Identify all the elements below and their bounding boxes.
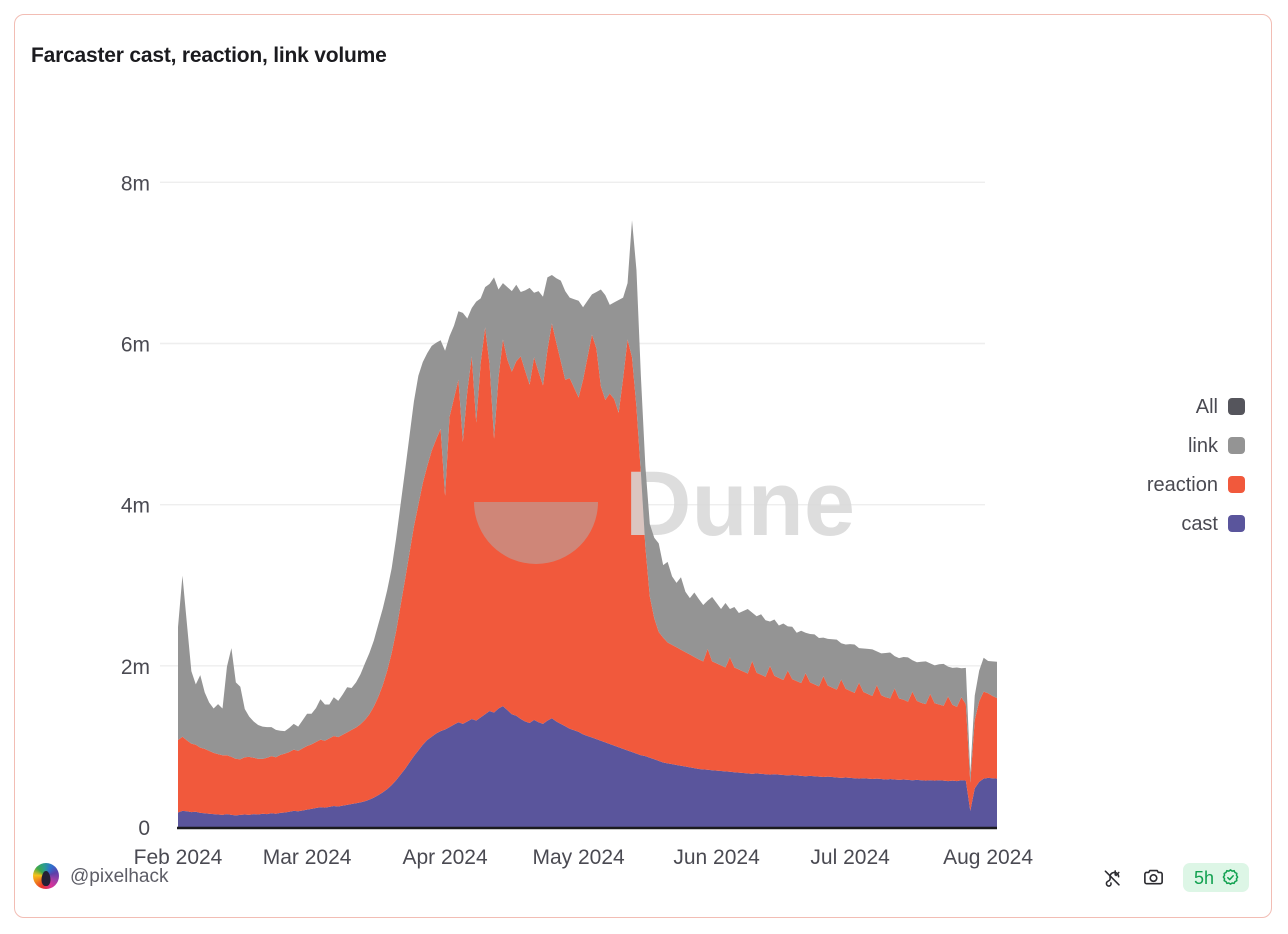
verified-badge-icon (1221, 868, 1240, 887)
y-axis-tick-label: 0 (138, 817, 150, 840)
rainbow-avatar-icon (33, 863, 59, 889)
legend-item-cast[interactable]: cast (1075, 504, 1245, 543)
y-axis-tick-label: 6m (121, 334, 150, 357)
legend-swatch (1228, 515, 1245, 532)
y-axis-tick-label: 2m (121, 656, 150, 679)
legend-item-link[interactable]: link (1075, 426, 1245, 465)
dune-watermark-text: Dune (625, 453, 855, 555)
legend-swatch (1228, 476, 1245, 493)
chart-footer: @pixelhack 5h (15, 855, 1271, 917)
author-handle[interactable]: @pixelhack (70, 867, 169, 886)
y-axis-tick-label: 4m (121, 495, 150, 518)
freshness-value: 5h (1193, 867, 1214, 888)
legend-item-reaction[interactable]: reaction (1075, 465, 1245, 504)
legend-item-label: link (1187, 434, 1218, 457)
legend-item-label: cast (1181, 512, 1218, 535)
footer-tools: 5h (1099, 863, 1249, 892)
chart-legend: All link reaction cast (1075, 387, 1245, 543)
camera-icon[interactable] (1141, 865, 1167, 891)
freshness-badge[interactable]: 5h (1182, 863, 1249, 892)
legend-swatch (1228, 437, 1245, 454)
chart-card: Farcaster cast, reaction, link volume Du… (14, 14, 1272, 918)
y-axis-tick-label: 8m (121, 172, 150, 195)
legend-swatch (1228, 398, 1245, 415)
legend-item-label: All (1195, 395, 1218, 418)
embed-plug-icon[interactable] (1099, 865, 1125, 891)
legend-item-all[interactable]: All (1075, 387, 1245, 426)
legend-item-label: reaction (1146, 473, 1218, 496)
author-block[interactable]: @pixelhack (33, 863, 169, 889)
